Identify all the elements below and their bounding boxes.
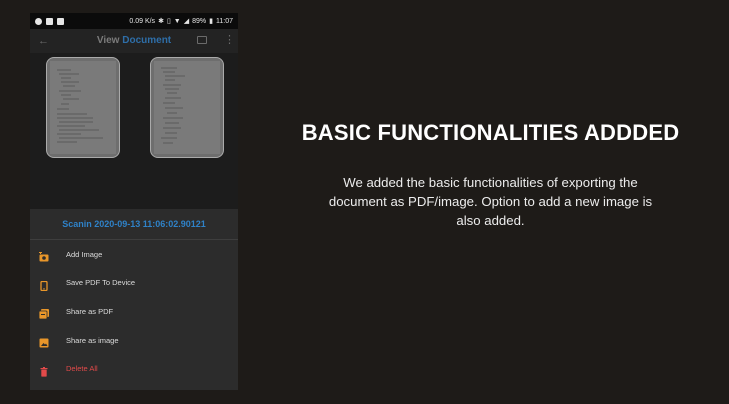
feature-text: We added the basic functionalities of ex…: [328, 175, 653, 228]
handwritten-page-image: [154, 61, 220, 154]
signal-icon: ◢: [183, 17, 190, 25]
wifi-icon: ▼: [173, 17, 181, 25]
menu-item-label: Delete All: [66, 364, 98, 374]
action-menu: Add Image Save PDF To Device Share as PD…: [30, 240, 238, 383]
title-accent: Document: [122, 35, 172, 46]
document-thumbnail-2[interactable]: [150, 57, 224, 158]
phone-icon: [39, 278, 49, 292]
menu-item-save-pdf[interactable]: Save PDF To Device: [30, 269, 238, 298]
bluetooth-icon: ✱: [158, 17, 164, 25]
feature-heading: BASIC FUNCTIONALITIES ADDDED: [301, 120, 680, 145]
vibrate-icon: ▯: [166, 17, 171, 25]
network-speed: 0.09 K/s: [129, 17, 156, 25]
menu-item-delete-all[interactable]: Delete All: [30, 354, 238, 383]
camera-plus-icon: [39, 249, 49, 262]
menu-item-label: Share as PDF: [66, 306, 114, 316]
menu-item-label: Save PDF To Device: [66, 278, 136, 288]
document-name: Scanin 2020-09-13 11:06:02.90121: [62, 219, 206, 229]
image-notification-icon: [57, 17, 64, 25]
battery-percent: 89%: [192, 17, 207, 25]
app-bar: ← View Document ⋮: [30, 29, 238, 53]
bottom-sheet: Scanin 2020-09-13 11:06:02.90121 Add Ima…: [30, 209, 238, 390]
gallery-icon[interactable]: [197, 36, 207, 44]
document-grid: [30, 53, 238, 208]
menu-item-label: Add Image: [66, 249, 103, 259]
menu-item-add-image[interactable]: Add Image: [30, 240, 238, 269]
document-thumbnail-1[interactable]: [46, 57, 120, 158]
bug-notification-icon: [46, 17, 53, 25]
menu-item-label: Share as image: [66, 335, 119, 345]
phone-screen: 0.09 K/s ✱ ▯ ▼ ◢ 89% ▮ 11:07 ← View Docu…: [30, 13, 238, 390]
chat-notification-icon: [35, 17, 42, 25]
title-prefix: View: [96, 35, 120, 46]
feature-description: BASIC FUNCTIONALITIES ADDDED We added th…: [268, 120, 713, 230]
clock-time: 11:07: [216, 17, 233, 25]
more-vertical-icon[interactable]: ⋮: [224, 34, 235, 46]
status-bar: 0.09 K/s ✱ ▯ ▼ ◢ 89% ▮ 11:07: [30, 13, 238, 29]
trash-icon: [39, 364, 49, 377]
pdf-icon: [38, 306, 49, 320]
menu-item-share-image[interactable]: Share as image: [30, 326, 238, 355]
handwritten-page-image: [50, 61, 116, 154]
image-icon: [39, 335, 49, 348]
menu-item-share-pdf[interactable]: Share as PDF: [30, 297, 238, 326]
battery-icon: ▮: [209, 17, 213, 25]
